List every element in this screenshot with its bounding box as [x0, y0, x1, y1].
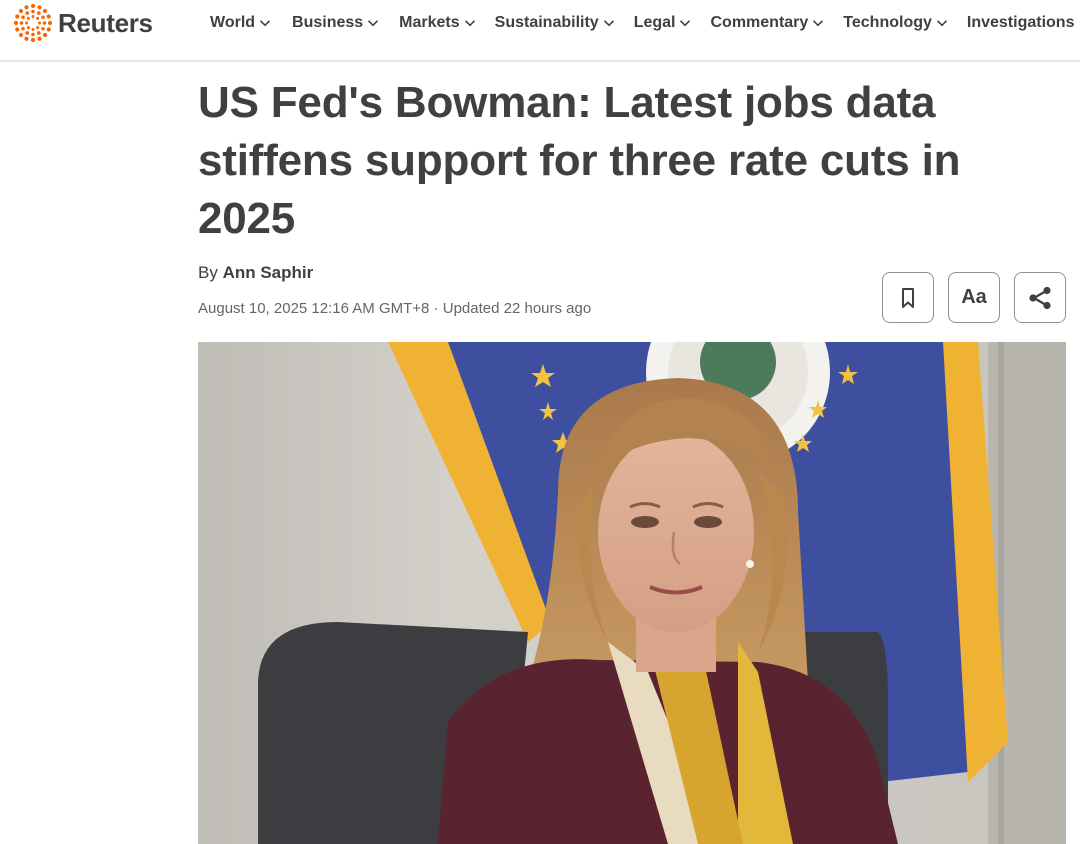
header-divider — [0, 60, 1080, 62]
nav-item-label: Markets — [399, 14, 460, 31]
chevron-down-icon — [813, 20, 824, 27]
byline-prefix: By — [198, 263, 218, 282]
font-size-button[interactable]: Aa — [948, 272, 1000, 323]
bookmark-icon — [902, 287, 914, 308]
nav-item-markets[interactable]: Markets — [399, 14, 475, 32]
chevron-down-icon — [368, 20, 379, 27]
nav-item-world[interactable]: World — [210, 14, 271, 32]
dateline: August 10, 2025 12:16 AM GMT+8 · Updated… — [198, 300, 591, 317]
author-link[interactable]: Ann Saphir — [223, 263, 314, 282]
updated-time: Updated 22 hours ago — [442, 300, 592, 317]
byline: By Ann Saphir — [198, 263, 313, 283]
date-separator: · — [433, 300, 439, 317]
primary-nav: World Business Markets Sustainability Legal C… — [210, 12, 1074, 34]
article-headline: US Fed's Bowman: Latest jobs data stiffe… — [198, 78, 961, 243]
chevron-down-icon — [936, 20, 947, 27]
nav-item-label: Commentary — [710, 14, 809, 31]
nav-item-label: Investigations — [966, 14, 1075, 31]
published-date: August 10, 2025 12:16 AM GMT+8 — [198, 300, 430, 317]
nav-item-technology[interactable]: Technology — [843, 14, 948, 32]
nav-item-commentary[interactable]: Commentary — [710, 14, 824, 32]
nav-item-label: Technology — [843, 14, 932, 31]
chevron-down-icon — [603, 20, 614, 27]
chevron-down-icon — [259, 20, 271, 27]
share-button[interactable] — [1014, 272, 1066, 323]
nav-item-investigations[interactable]: Investigations — [967, 14, 1075, 32]
nav-item-label: Business — [292, 14, 364, 31]
chevron-down-icon — [680, 20, 691, 27]
logo-wordmark: Reuters — [58, 7, 153, 38]
article-lead-photo[interactable] — [198, 342, 1066, 844]
bookmark-button[interactable] — [882, 272, 934, 323]
chevron-down-icon — [464, 20, 475, 27]
nav-item-legal[interactable]: Legal — [634, 14, 692, 32]
font-size-label: Aa — [961, 286, 987, 308]
share-icon — [1029, 286, 1051, 309]
site-header: Reuters World Business Markets Sustainabili… — [0, 0, 1080, 46]
nav-item-sustainability[interactable]: Sustainability — [495, 14, 615, 32]
reuters-logo-mark-icon — [13, 3, 53, 43]
reuters-logo[interactable]: Reuters — [12, 3, 153, 43]
nav-item-label: Sustainability — [494, 14, 599, 31]
nav-item-business[interactable]: Business — [292, 14, 379, 32]
portrait-photo — [198, 342, 1066, 844]
nav-item-label: Legal — [633, 14, 676, 31]
nav-item-label: World — [210, 14, 256, 31]
